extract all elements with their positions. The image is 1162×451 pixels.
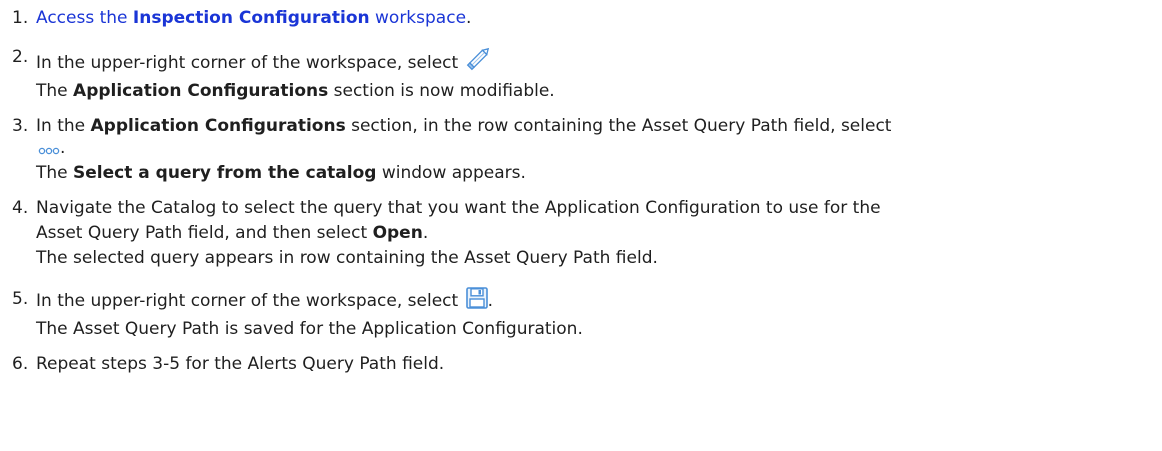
procedure-steps: 1. Access the Inspection Configuration w…	[0, 0, 1162, 377]
link-text-after: workspace	[369, 8, 467, 28]
step-text-before: In the	[36, 116, 91, 136]
ellipsis-line: .	[36, 139, 1162, 161]
step-2: 2. In the upper-right corner of the work…	[12, 45, 1162, 104]
step-period: .	[60, 138, 66, 158]
step-text-before: Asset Query Path field, and then select	[36, 223, 373, 243]
pencil-edit-icon[interactable]	[466, 45, 492, 79]
step-number: 6.	[12, 354, 29, 374]
link-text-before: Access the	[36, 8, 133, 28]
inspection-configuration-link[interactable]: Access the Inspection Configuration work…	[36, 8, 466, 28]
step-text: .	[466, 8, 472, 28]
link-text-bold: Inspection Configuration	[132, 8, 370, 28]
ellipsis-icon[interactable]	[38, 142, 60, 160]
result-text-before: The	[36, 81, 74, 101]
step-1: 1. Access the Inspection Configuration w…	[12, 6, 1162, 31]
result-text-before: The	[36, 163, 74, 183]
step-result: The Select a query from the catalog wind…	[36, 161, 1162, 186]
step-text-bold: Application Configurations	[90, 116, 346, 136]
result-text-bold: Select a query from the catalog	[73, 163, 377, 183]
step-number: 4.	[12, 198, 29, 218]
step-text: In the upper-right corner of the workspa…	[36, 53, 464, 73]
step-6: 6. Repeat steps 3-5 for the Alerts Query…	[12, 352, 1162, 377]
open-label: Open	[372, 223, 423, 243]
step-text-line-2: Asset Query Path field, and then select …	[36, 221, 1162, 246]
step-4: 4. Navigate the Catalog to select the qu…	[12, 196, 1162, 271]
step-text: In the upper-right corner of the workspa…	[36, 291, 464, 311]
step-3: 3. In the Application Configurations sec…	[12, 114, 1162, 186]
step-period: .	[487, 291, 493, 311]
step-5: 5. In the upper-right corner of the work…	[12, 287, 1162, 342]
step-number: 3.	[12, 116, 29, 136]
result-text-after: window appears.	[376, 163, 526, 183]
step-number: 2.	[12, 47, 29, 67]
result-text-bold: Application Configurations	[73, 81, 329, 101]
step-text-line-1: Navigate the Catalog to select the query…	[36, 198, 881, 218]
step-text: Repeat steps 3-5 for the Alerts Query Pa…	[36, 354, 445, 374]
save-icon[interactable]	[465, 287, 488, 317]
step-number: 5.	[12, 289, 29, 309]
step-number: 1.	[12, 8, 29, 28]
step-text-after: section, in the row containing the Asset…	[345, 116, 892, 136]
step-result: The selected query appears in row contai…	[36, 248, 658, 268]
step-result: The Application Configurations section i…	[36, 79, 1162, 104]
result-text-after: section is now modifiable.	[328, 81, 555, 101]
step-text-after: .	[422, 223, 429, 243]
step-result: The Asset Query Path is saved for the Ap…	[36, 319, 583, 339]
